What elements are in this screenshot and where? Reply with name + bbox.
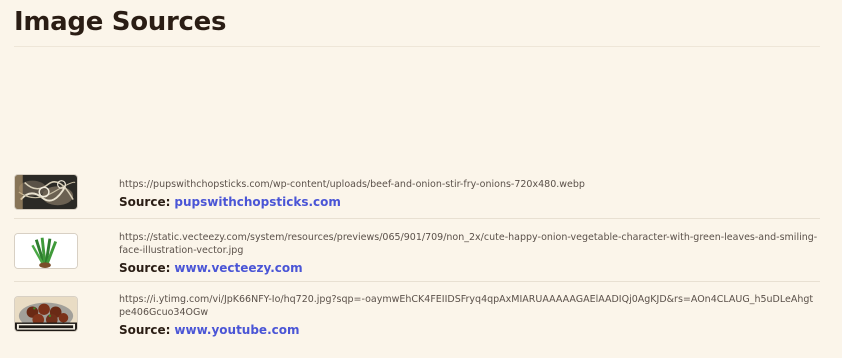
list-item: https://static.vecteezy.com/system/resou… xyxy=(14,219,820,282)
list-item: https://i.ytimg.com/vi/JpK66NFY-Io/hq720… xyxy=(14,282,820,344)
source-label: Source: xyxy=(119,323,171,337)
source-link[interactable]: pupswithchopsticks.com xyxy=(174,195,340,209)
page-title: Image Sources xyxy=(14,7,227,37)
source-link[interactable]: www.youtube.com xyxy=(174,323,299,337)
source-label: Source: xyxy=(119,195,171,209)
source-label: Source: xyxy=(119,261,171,275)
list-item: https://pupswithchopsticks.com/wp-conten… xyxy=(14,166,820,219)
image-sources-section: Image Sources https://pupswithchopsticks… xyxy=(14,0,820,358)
onion-stir-fry-thumbnail[interactable] xyxy=(14,174,78,210)
image-url: https://i.ytimg.com/vi/JpK66NFY-Io/hq720… xyxy=(119,294,814,318)
onion-character-thumbnail[interactable] xyxy=(14,233,78,269)
image-url: https://static.vecteezy.com/system/resou… xyxy=(119,232,818,256)
source-list: https://pupswithchopsticks.com/wp-conten… xyxy=(14,166,820,344)
source-link[interactable]: www.vecteezy.com xyxy=(174,261,302,275)
image-url: https://pupswithchopsticks.com/wp-conten… xyxy=(119,179,585,190)
heading-divider xyxy=(14,46,820,47)
meatballs-video-thumbnail[interactable] xyxy=(14,296,78,332)
